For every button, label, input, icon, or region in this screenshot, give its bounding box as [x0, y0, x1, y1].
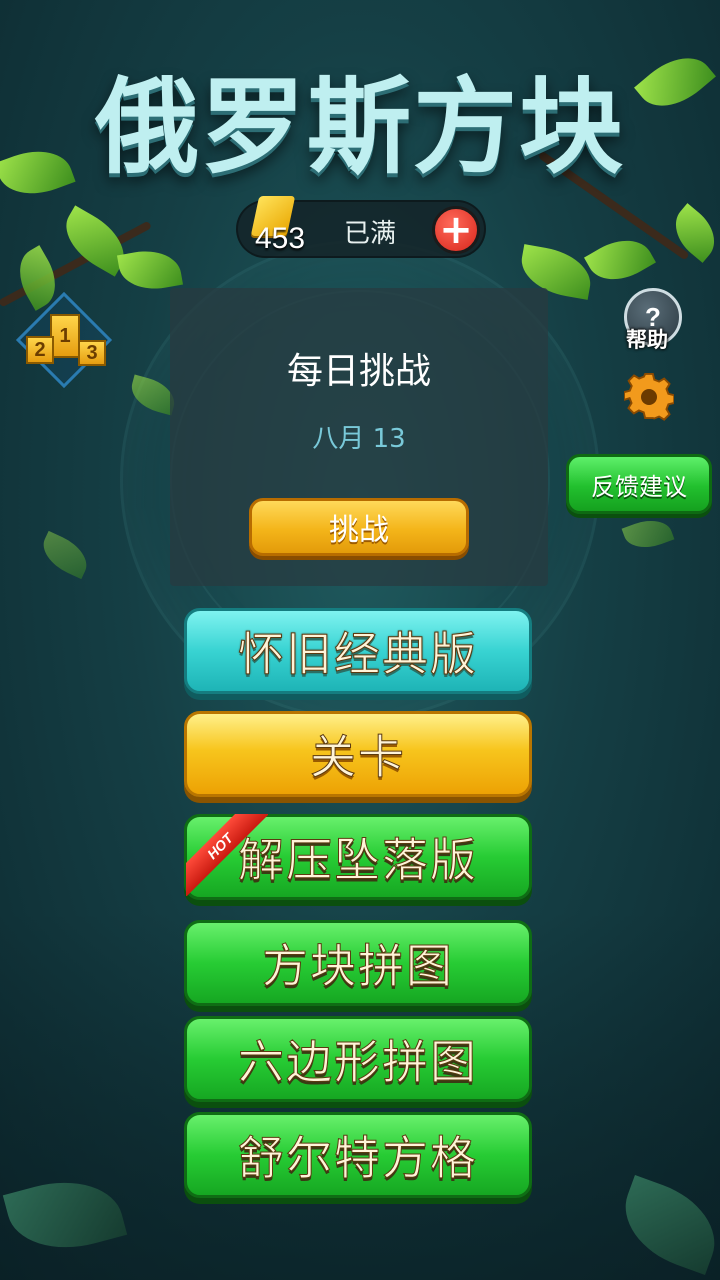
challenge-button[interactable]: 挑战	[249, 498, 469, 556]
mode-label: 方块拼图	[262, 939, 454, 994]
leaf-decoration	[36, 530, 94, 580]
mode-label: 关卡	[310, 730, 406, 785]
leaf-decoration	[664, 203, 720, 263]
plus-icon: +	[439, 207, 473, 253]
leaderboard-button[interactable]: 1 2 3	[15, 291, 113, 389]
mode-label: 解压坠落版	[238, 833, 478, 888]
classic-mode-button[interactable]: 怀旧经典版	[184, 608, 532, 694]
block-puzzle-button[interactable]: 方块拼图	[184, 920, 532, 1006]
hexagon-puzzle-button[interactable]: 六边形拼图	[184, 1016, 532, 1102]
schulte-grid-button[interactable]: 舒尔特方格	[184, 1112, 532, 1198]
help-label[interactable]: 帮助	[626, 324, 668, 354]
podium-icon-third: 3	[78, 340, 106, 366]
app-title: 俄罗斯方块	[94, 65, 625, 188]
coin-count: 453	[255, 222, 306, 255]
leaf-decoration	[584, 227, 656, 293]
hot-badge-label: HOT	[186, 814, 268, 896]
levels-button[interactable]: 关卡	[184, 711, 532, 797]
daily-challenge-title: 每日挑战	[286, 351, 431, 392]
hot-badge: HOT	[186, 814, 268, 896]
mode-label: 舒尔特方格	[238, 1131, 478, 1186]
mode-label: 六边形拼图	[238, 1035, 478, 1090]
leaf-decoration	[621, 512, 675, 556]
podium-icon-first: 1	[50, 314, 80, 358]
mode-label: 怀旧经典版	[238, 627, 478, 682]
feedback-button[interactable]: 反馈建议	[566, 454, 712, 514]
podium-icon-second: 2	[26, 336, 54, 364]
add-coins-button[interactable]: +	[432, 206, 480, 254]
gear-icon[interactable]	[624, 372, 674, 422]
coin-status: 已满	[344, 219, 397, 249]
daily-challenge-date: 八月 13	[312, 424, 406, 454]
